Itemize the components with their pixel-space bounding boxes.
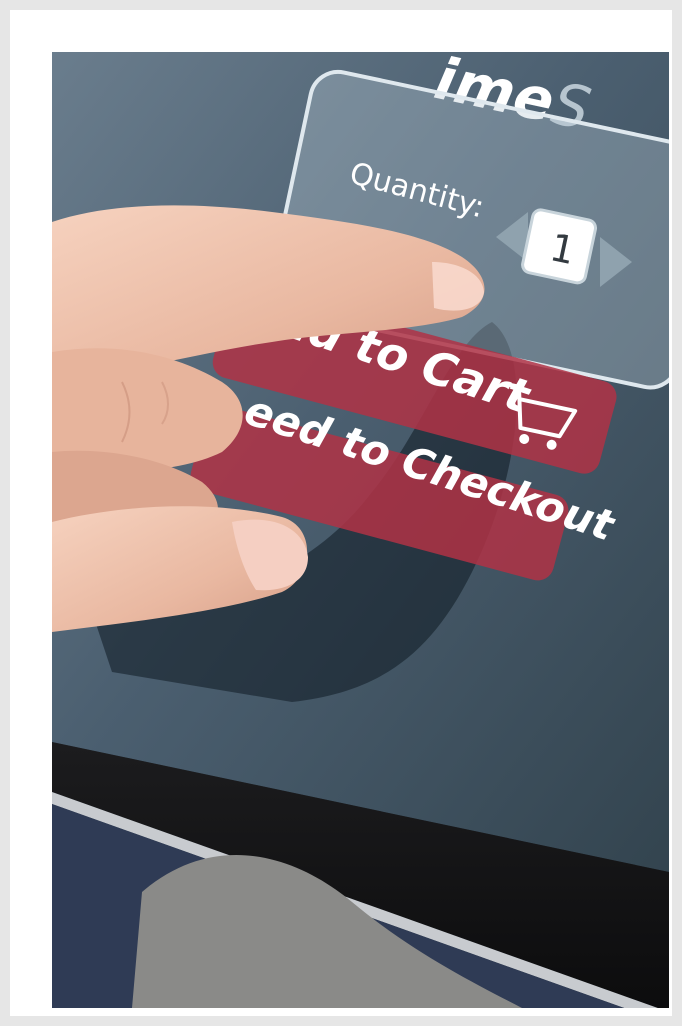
photo-frame: imeS Quantity: 1 Add to Cart eed to Chec…	[10, 10, 672, 1016]
quantity-stepper[interactable]: 1	[521, 208, 598, 285]
tablet-photo: imeS Quantity: 1 Add to Cart eed to Chec…	[52, 52, 669, 1008]
